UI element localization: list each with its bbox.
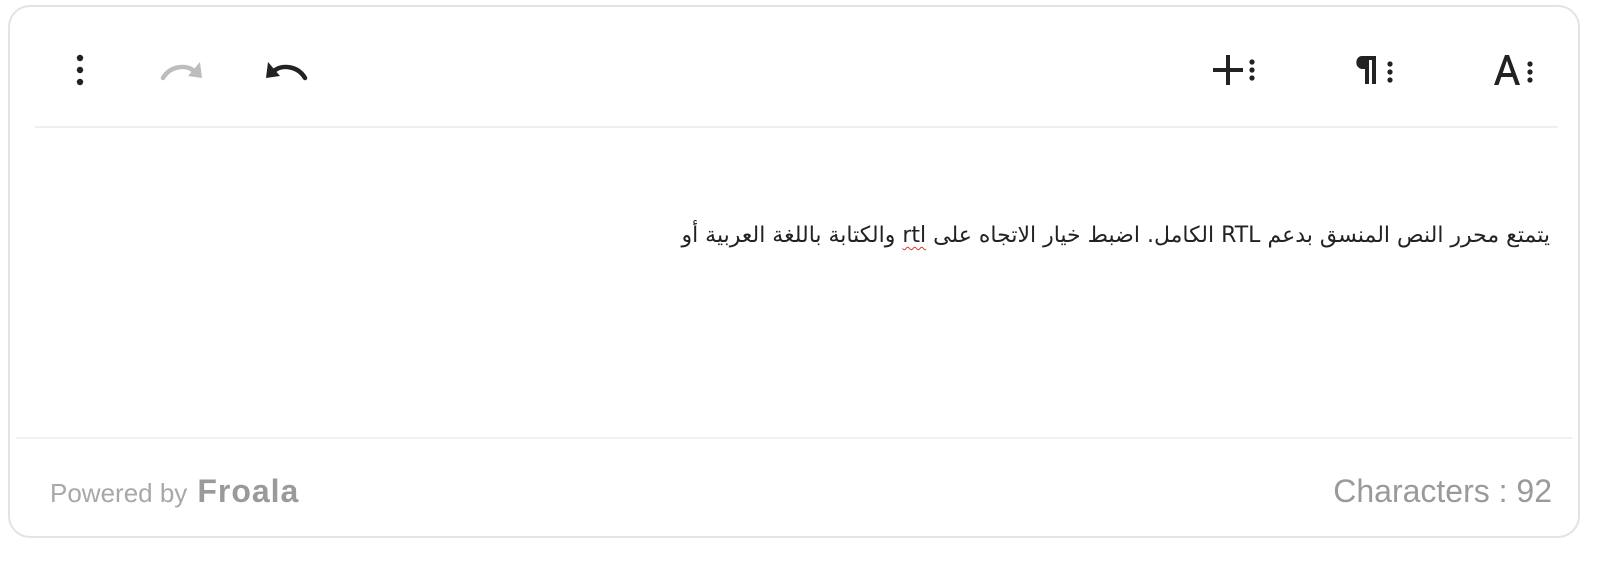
text-more-button[interactable] bbox=[1488, 45, 1544, 95]
redo-icon bbox=[160, 62, 202, 81]
powered-by-label: Powered by bbox=[50, 478, 188, 508]
text-format-more-icon bbox=[1494, 55, 1533, 85]
undo-button[interactable] bbox=[260, 45, 310, 95]
character-count: Characters : 92 bbox=[1333, 473, 1552, 509]
powered-by-link[interactable]: Powered by Froala bbox=[50, 473, 299, 510]
editor-footer: Powered by Froala Characters : 92 bbox=[10, 439, 1578, 536]
paragraph-more-icon bbox=[1356, 56, 1393, 84]
plus-more-icon bbox=[1213, 55, 1255, 85]
redo-button[interactable] bbox=[158, 45, 208, 95]
editor-paragraph[interactable]: يتمتع محرر النص المنسق بدعم RTL الكامل. … bbox=[681, 223, 1550, 248]
paragraph-more-button[interactable] bbox=[1348, 45, 1404, 95]
undo-icon bbox=[266, 62, 308, 81]
froala-logo: Froala bbox=[197, 473, 300, 509]
kebab-vertical-icon bbox=[76, 54, 84, 86]
editor-text-after: والكتابة باللغة العربية أو bbox=[681, 223, 903, 248]
editor-content-area[interactable]: يتمتع محرر النص المنسق بدعم RTL الكامل. … bbox=[10, 128, 1578, 438]
editor-text-before: يتمتع محرر النص المنسق بدعم RTL الكامل. … bbox=[926, 223, 1550, 248]
insert-more-button[interactable] bbox=[1207, 45, 1263, 95]
editor-toolbar bbox=[10, 7, 1578, 128]
more-options-button[interactable] bbox=[65, 45, 95, 95]
spellcheck-flagged-word: rtl bbox=[902, 223, 927, 248]
rich-text-editor: يتمتع محرر النص المنسق بدعم RTL الكامل. … bbox=[8, 5, 1580, 538]
